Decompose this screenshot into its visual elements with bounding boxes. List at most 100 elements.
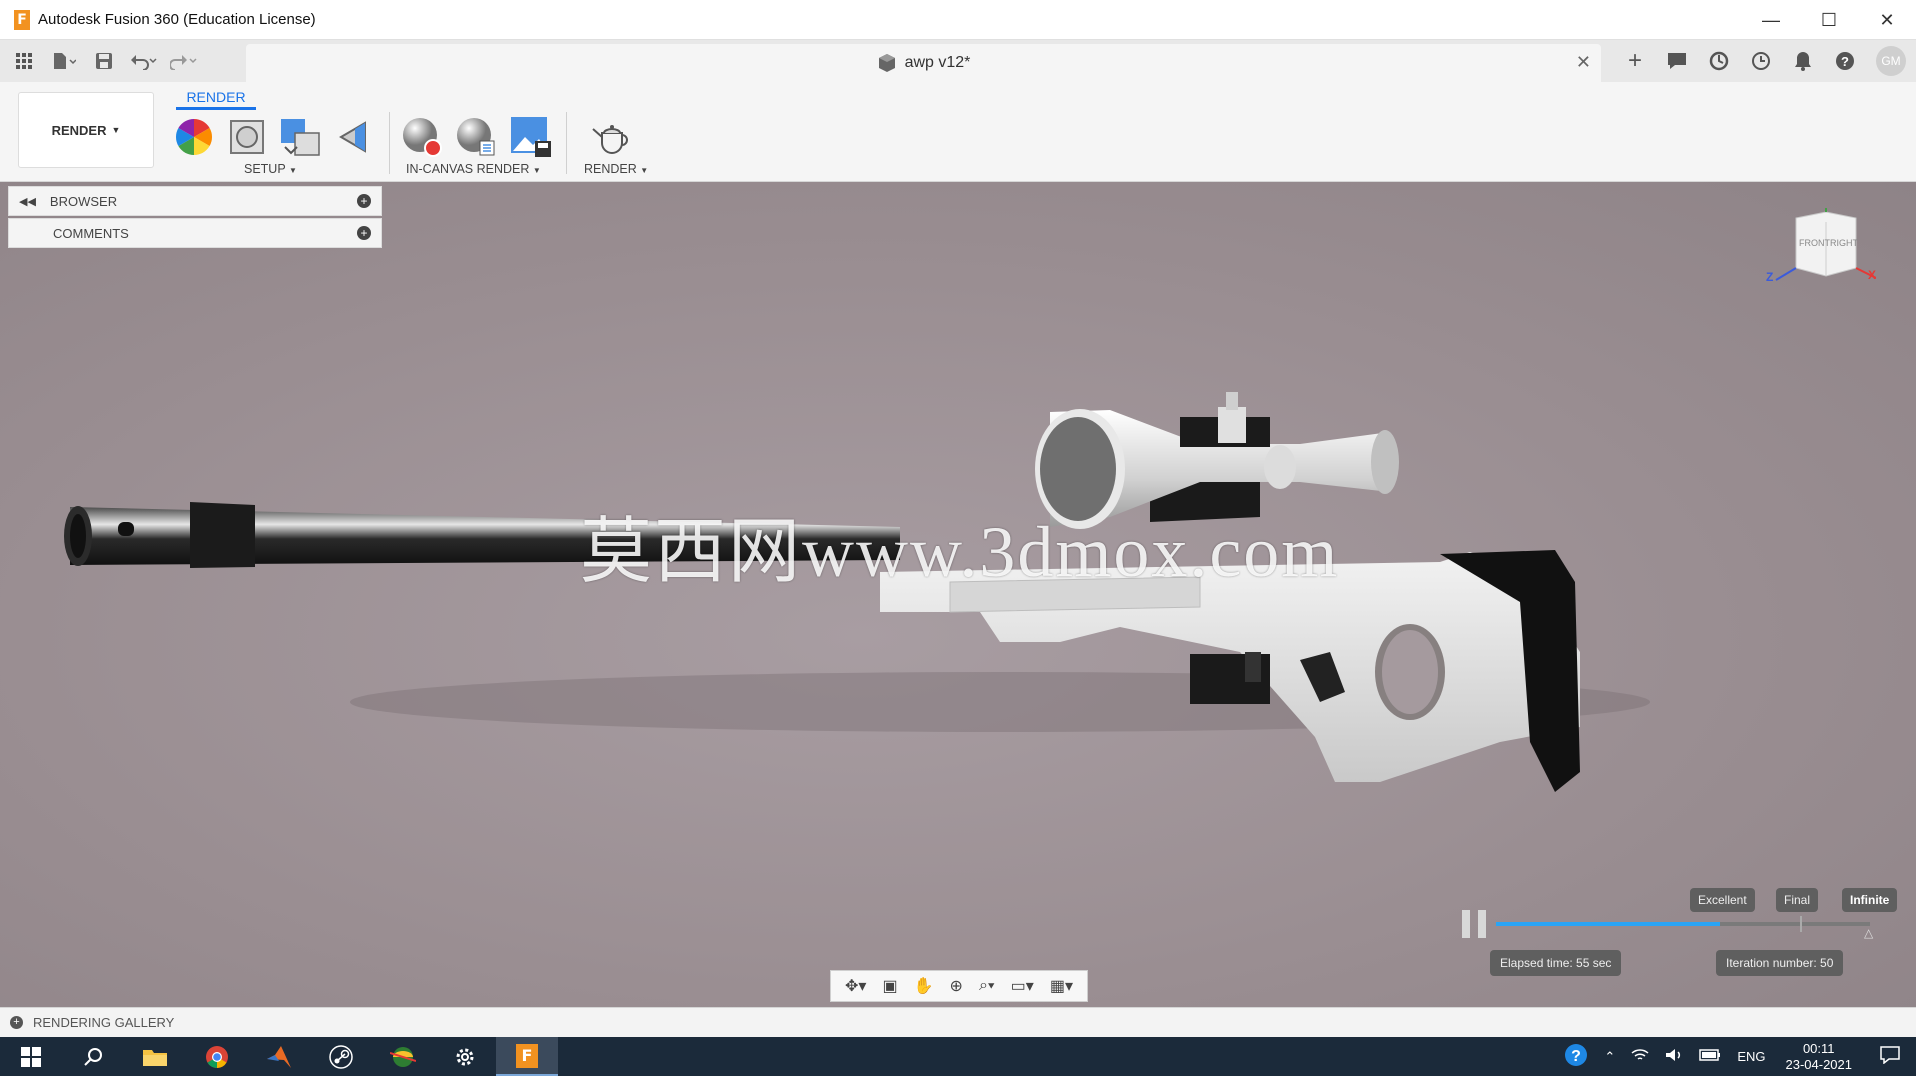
comments-label: COMMENTS: [53, 225, 129, 241]
windows-taskbar: F ? ⌃ ENG 00:11 23-04-2021: [0, 1037, 1916, 1076]
viewcube-right-label[interactable]: RIGHT: [1830, 238, 1858, 248]
file-menu-icon[interactable]: [44, 40, 84, 82]
add-plus-icon[interactable]: +: [357, 194, 371, 208]
render-canvas[interactable]: ◀◀ BROWSER + COMMENTS + FRONT RIGHT Z X …: [0, 182, 1916, 1007]
rendering-gallery-bar[interactable]: + RENDERING GALLERY: [0, 1007, 1916, 1037]
collapse-double-chevron-icon[interactable]: ◀◀: [19, 195, 36, 208]
elapsed-time-badge: Elapsed time: 55 sec: [1490, 950, 1622, 976]
render-progress-fill: [1496, 922, 1721, 926]
workspace-label: RENDER: [51, 122, 107, 138]
in-canvas-render-record-icon[interactable]: [399, 114, 445, 160]
top-right-icons: + ? GM: [1614, 40, 1916, 82]
fusion-app-icon: F: [14, 9, 30, 30]
display-settings-icon[interactable]: ▭▾: [1011, 976, 1034, 996]
document-title: awp v12*: [904, 54, 971, 71]
save-icon[interactable]: [84, 40, 124, 82]
gallery-expand-plus-icon[interactable]: +: [10, 1016, 23, 1029]
fit-zoom-window-icon[interactable]: ⌕▾: [979, 977, 995, 995]
chevron-down-icon: ▼: [111, 125, 121, 135]
settings-gear-icon[interactable]: [434, 1037, 496, 1076]
job-status-clock-icon[interactable]: [1740, 40, 1782, 82]
grid-settings-icon[interactable]: ▦▾: [1050, 976, 1073, 996]
texture-map-controls-icon[interactable]: [278, 114, 324, 160]
axis-z-label: Z: [1766, 270, 1774, 284]
viewcube[interactable]: FRONT RIGHT Z X: [1766, 202, 1877, 298]
close-tab-icon[interactable]: ✕: [1576, 52, 1591, 73]
quality-excellent-button[interactable]: Excellent: [1690, 888, 1755, 912]
in-canvas-render-settings-icon[interactable]: [453, 114, 499, 160]
help-circle-icon[interactable]: ?: [1556, 1043, 1596, 1070]
windows-start-icon[interactable]: [0, 1037, 62, 1076]
undo-icon[interactable]: [124, 40, 164, 82]
viewcube-front-label[interactable]: FRONT: [1799, 238, 1830, 248]
fusion360-taskbar-icon[interactable]: F: [496, 1037, 558, 1076]
chevron-down-icon: ▼: [532, 166, 541, 175]
chevron-down-icon: ▼: [640, 166, 649, 175]
comment-icon[interactable]: [1656, 40, 1698, 82]
data-panel-grid-icon[interactable]: [4, 40, 44, 82]
minimize-button[interactable]: —: [1742, 0, 1800, 40]
decal-icon[interactable]: [332, 114, 378, 160]
system-tray: ? ⌃ ENG 00:11 23-04-2021: [1556, 1037, 1916, 1076]
ribbon-separator: [389, 112, 390, 174]
group-render[interactable]: RENDER ▼: [584, 162, 648, 176]
quick-access-toolbar: awp v12* ✕ + ? GM: [0, 40, 1916, 82]
browser-row[interactable]: ◀◀ BROWSER +: [8, 186, 382, 216]
rendering-gallery-label: RENDERING GALLERY: [33, 1015, 175, 1030]
clock[interactable]: 00:11 23-04-2021: [1774, 1041, 1865, 1073]
browser-panel: ◀◀ BROWSER + COMMENTS +: [8, 186, 382, 248]
zoom-icon[interactable]: ⊕: [950, 976, 963, 996]
ribbon-separator: [566, 112, 567, 174]
pause-render-icon[interactable]: [1462, 910, 1486, 938]
search-icon[interactable]: [62, 1037, 124, 1076]
render-teapot-icon[interactable]: [589, 114, 635, 160]
chevron-up-icon[interactable]: ⌃: [1596, 1049, 1623, 1065]
user-avatar[interactable]: GM: [1876, 46, 1906, 76]
pan-hand-icon[interactable]: ✋: [914, 976, 934, 996]
svg-text:?: ?: [1841, 54, 1849, 69]
appearance-color-wheel-icon[interactable]: [171, 114, 217, 160]
axis-x-label: X: [1868, 268, 1877, 282]
notifications-bell-icon[interactable]: [1782, 40, 1824, 82]
svg-text:?: ?: [1572, 1048, 1582, 1065]
battery-icon[interactable]: [1691, 1049, 1729, 1064]
workspace-switcher[interactable]: RENDER ▼: [18, 92, 154, 168]
orbit-icon[interactable]: ✥▾: [845, 976, 866, 996]
quality-final-button[interactable]: Final: [1776, 888, 1819, 912]
window-controls: — ☐ ✕: [1742, 0, 1916, 40]
look-at-icon[interactable]: ▣: [882, 976, 897, 996]
file-explorer-icon[interactable]: [124, 1037, 186, 1076]
input-language[interactable]: ENG: [1729, 1049, 1773, 1064]
maximize-button[interactable]: ☐: [1800, 0, 1858, 40]
component-icon: [878, 54, 895, 72]
watermark-text: 莫西网www.3dmox.com: [580, 512, 1340, 592]
add-plus-icon[interactable]: +: [357, 226, 371, 240]
close-button[interactable]: ✕: [1858, 0, 1916, 40]
matlab-icon[interactable]: [248, 1037, 310, 1076]
comments-row[interactable]: COMMENTS +: [8, 218, 382, 248]
group-setup[interactable]: SETUP ▼: [244, 162, 297, 176]
ribbon: RENDER ▼ RENDER SETUP ▼ IN-CANVAS RENDER…: [0, 82, 1916, 182]
app-globe-icon[interactable]: [372, 1037, 434, 1076]
action-center-notification-icon[interactable]: [1864, 1046, 1916, 1067]
extensions-icon[interactable]: [1698, 40, 1740, 82]
iteration-number-badge: Iteration number: 50: [1716, 950, 1844, 976]
help-icon[interactable]: ?: [1824, 40, 1866, 82]
new-tab-plus-icon[interactable]: +: [1614, 40, 1656, 82]
window-title: Autodesk Fusion 360 (Education License): [38, 11, 316, 28]
quality-infinite-button[interactable]: Infinite: [1842, 888, 1898, 912]
render-progress-bar: [1496, 922, 1870, 926]
group-in-canvas-render[interactable]: IN-CANVAS RENDER ▼: [406, 162, 541, 176]
document-tab[interactable]: awp v12* ✕: [246, 44, 1601, 82]
chrome-browser-icon[interactable]: [186, 1037, 248, 1076]
steam-icon[interactable]: [310, 1037, 372, 1076]
scene-settings-icon[interactable]: [224, 114, 270, 160]
volume-icon[interactable]: [1657, 1048, 1691, 1065]
title-bar: F Autodesk Fusion 360 (Education License…: [0, 0, 1916, 40]
infinite-marker-triangle-icon[interactable]: △: [1864, 926, 1873, 940]
browser-label: BROWSER: [49, 193, 118, 209]
redo-icon[interactable]: [164, 40, 204, 82]
capture-image-icon[interactable]: [508, 114, 554, 160]
wifi-icon[interactable]: [1623, 1048, 1657, 1065]
tab-render[interactable]: RENDER: [176, 84, 256, 110]
